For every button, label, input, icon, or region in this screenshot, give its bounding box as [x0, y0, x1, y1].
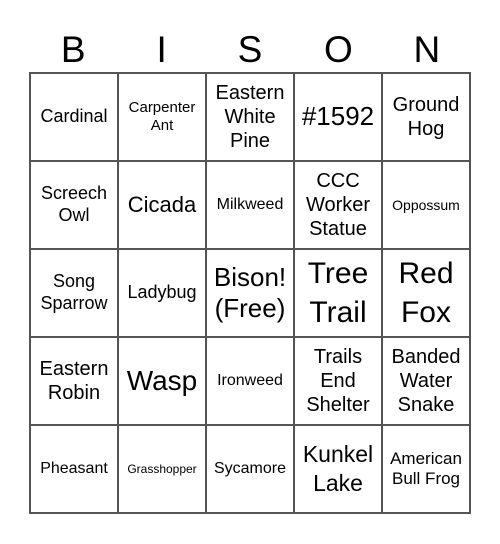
- bingo-cell[interactable]: Wasp: [118, 337, 206, 425]
- bingo-cell[interactable]: American Bull Frog: [382, 425, 470, 513]
- bingo-cell[interactable]: Sycamore: [206, 425, 294, 513]
- bingo-cell[interactable]: Kunkel Lake: [294, 425, 382, 513]
- bingo-cell[interactable]: Red Fox: [382, 249, 470, 337]
- bingo-cell[interactable]: Eastern Robin: [30, 337, 118, 425]
- bingo-header: B I S O N: [29, 28, 471, 72]
- bingo-cell[interactable]: Milkweed: [206, 161, 294, 249]
- bingo-cell[interactable]: Banded Water Snake: [382, 337, 470, 425]
- bingo-grid: Cardinal Carpenter Ant Eastern White Pin…: [29, 72, 471, 514]
- bingo-cell[interactable]: Ironweed: [206, 337, 294, 425]
- bingo-cell[interactable]: Grasshopper: [118, 425, 206, 513]
- bingo-cell[interactable]: Screech Owl: [30, 161, 118, 249]
- header-letter-s: S: [237, 29, 263, 70]
- bingo-cell[interactable]: Cardinal: [30, 73, 118, 161]
- bingo-cell[interactable]: Oppossum: [382, 161, 470, 249]
- bingo-cell[interactable]: #1592: [294, 73, 382, 161]
- bingo-cell[interactable]: CCC Worker Statue: [294, 161, 382, 249]
- bingo-cell[interactable]: Carpenter Ant: [118, 73, 206, 161]
- bingo-cell[interactable]: Ladybug: [118, 249, 206, 337]
- header-letter-i: I: [156, 29, 167, 70]
- bingo-cell[interactable]: Trails End Shelter: [294, 337, 382, 425]
- header-letter-n: N: [413, 29, 441, 70]
- header-letter-b: B: [60, 29, 86, 70]
- bingo-cell[interactable]: Eastern White Pine: [206, 73, 294, 161]
- bingo-cell[interactable]: Cicada: [118, 161, 206, 249]
- bingo-cell[interactable]: Pheasant: [30, 425, 118, 513]
- free-space-cell[interactable]: Bison! (Free): [206, 249, 294, 337]
- header-letter-o: O: [324, 29, 353, 70]
- bingo-cell[interactable]: Song Sparrow: [30, 249, 118, 337]
- bingo-cell[interactable]: Ground Hog: [382, 73, 470, 161]
- bingo-cell[interactable]: Tree Trail: [294, 249, 382, 337]
